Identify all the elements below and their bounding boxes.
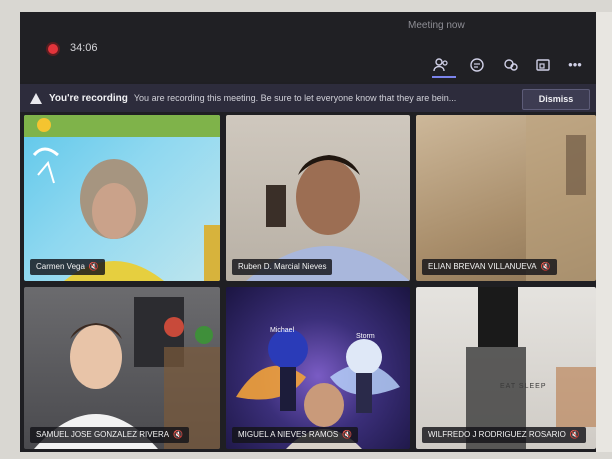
reactions-icon[interactable] [502,56,520,74]
participant-name: WILFREDO J RODRIGUEZ ROSARIO [428,430,566,439]
participant-video [24,115,220,281]
mic-muted-icon: 🔇 [342,430,353,439]
participant-name-tag: WILFREDO J RODRIGUEZ ROSARIO 🔇 [422,427,586,443]
video-tile[interactable]: Carmen Vega 🔇 [24,115,220,281]
participant-name-tag: MIGUEL A NIEVES RAMOS 🔇 [232,427,359,443]
warning-icon [30,92,42,104]
video-tile[interactable]: Michael Storm MIGUEL A NIEVES RAMOS 🔇 [226,287,410,449]
more-options-icon[interactable]: ••• [566,56,584,74]
participant-video [236,329,400,449]
participant-name: Ruben D. Marcial Nieves [238,262,327,271]
participant-name: ELIAN BREVAN VILLANUEVA [428,262,537,271]
people-icon[interactable] [432,56,450,74]
teams-meeting-window: Meeting now 34:06 ••• You're recording Y… [20,12,596,452]
participant-video [526,115,596,281]
participant-name-tag: SAMUEL JOSE GONZALEZ RIVERA 🔇 [30,427,190,443]
participant-name-tag: Carmen Vega 🔇 [30,259,105,275]
share-tray-icon[interactable] [534,56,552,74]
participant-name: MIGUEL A NIEVES RAMOS [238,430,339,439]
meeting-top-bar: Meeting now 34:06 ••• [20,12,596,82]
video-tile[interactable]: EAT SLEEP WILFREDO J RODRIGUEZ ROSARIO 🔇 [416,287,596,449]
participant-video [246,155,410,281]
mic-muted-icon: 🔇 [540,262,551,271]
participant-video [34,297,220,449]
participant-video [466,287,596,449]
avatar-caption-left: Michael [270,327,295,334]
mic-muted-icon: 🔇 [88,262,99,271]
active-tab-underline [432,76,456,78]
recording-banner: You're recording You are recording this … [20,84,596,112]
participant-name: Carmen Vega [36,262,85,271]
meeting-title: Meeting now [408,20,465,31]
meeting-timer: 34:06 [70,42,98,54]
mic-muted-icon: 🔇 [569,430,580,439]
chat-icon[interactable] [468,56,486,74]
participant-name: SAMUEL JOSE GONZALEZ RIVERA [36,430,170,439]
background-margin [596,12,612,452]
banner-message: You are recording this meeting. Be sure … [133,93,457,103]
video-tile[interactable]: Ruben D. Marcial Nieves [226,115,410,281]
video-tile[interactable]: SAMUEL JOSE GONZALEZ RIVERA 🔇 [24,287,220,449]
mic-muted-icon: 🔇 [173,430,184,439]
dismiss-button[interactable]: Dismiss [522,89,590,110]
avatar-caption-right: Storm [356,333,375,340]
video-tile[interactable]: ELIAN BREVAN VILLANUEVA 🔇 [416,115,596,281]
banner-title: You're recording [49,92,128,104]
background-text: EAT SLEEP [500,383,547,390]
participant-name-tag: ELIAN BREVAN VILLANUEVA 🔇 [422,259,557,275]
recording-indicator-icon [48,44,58,54]
participant-name-tag: Ruben D. Marcial Nieves [232,259,333,275]
